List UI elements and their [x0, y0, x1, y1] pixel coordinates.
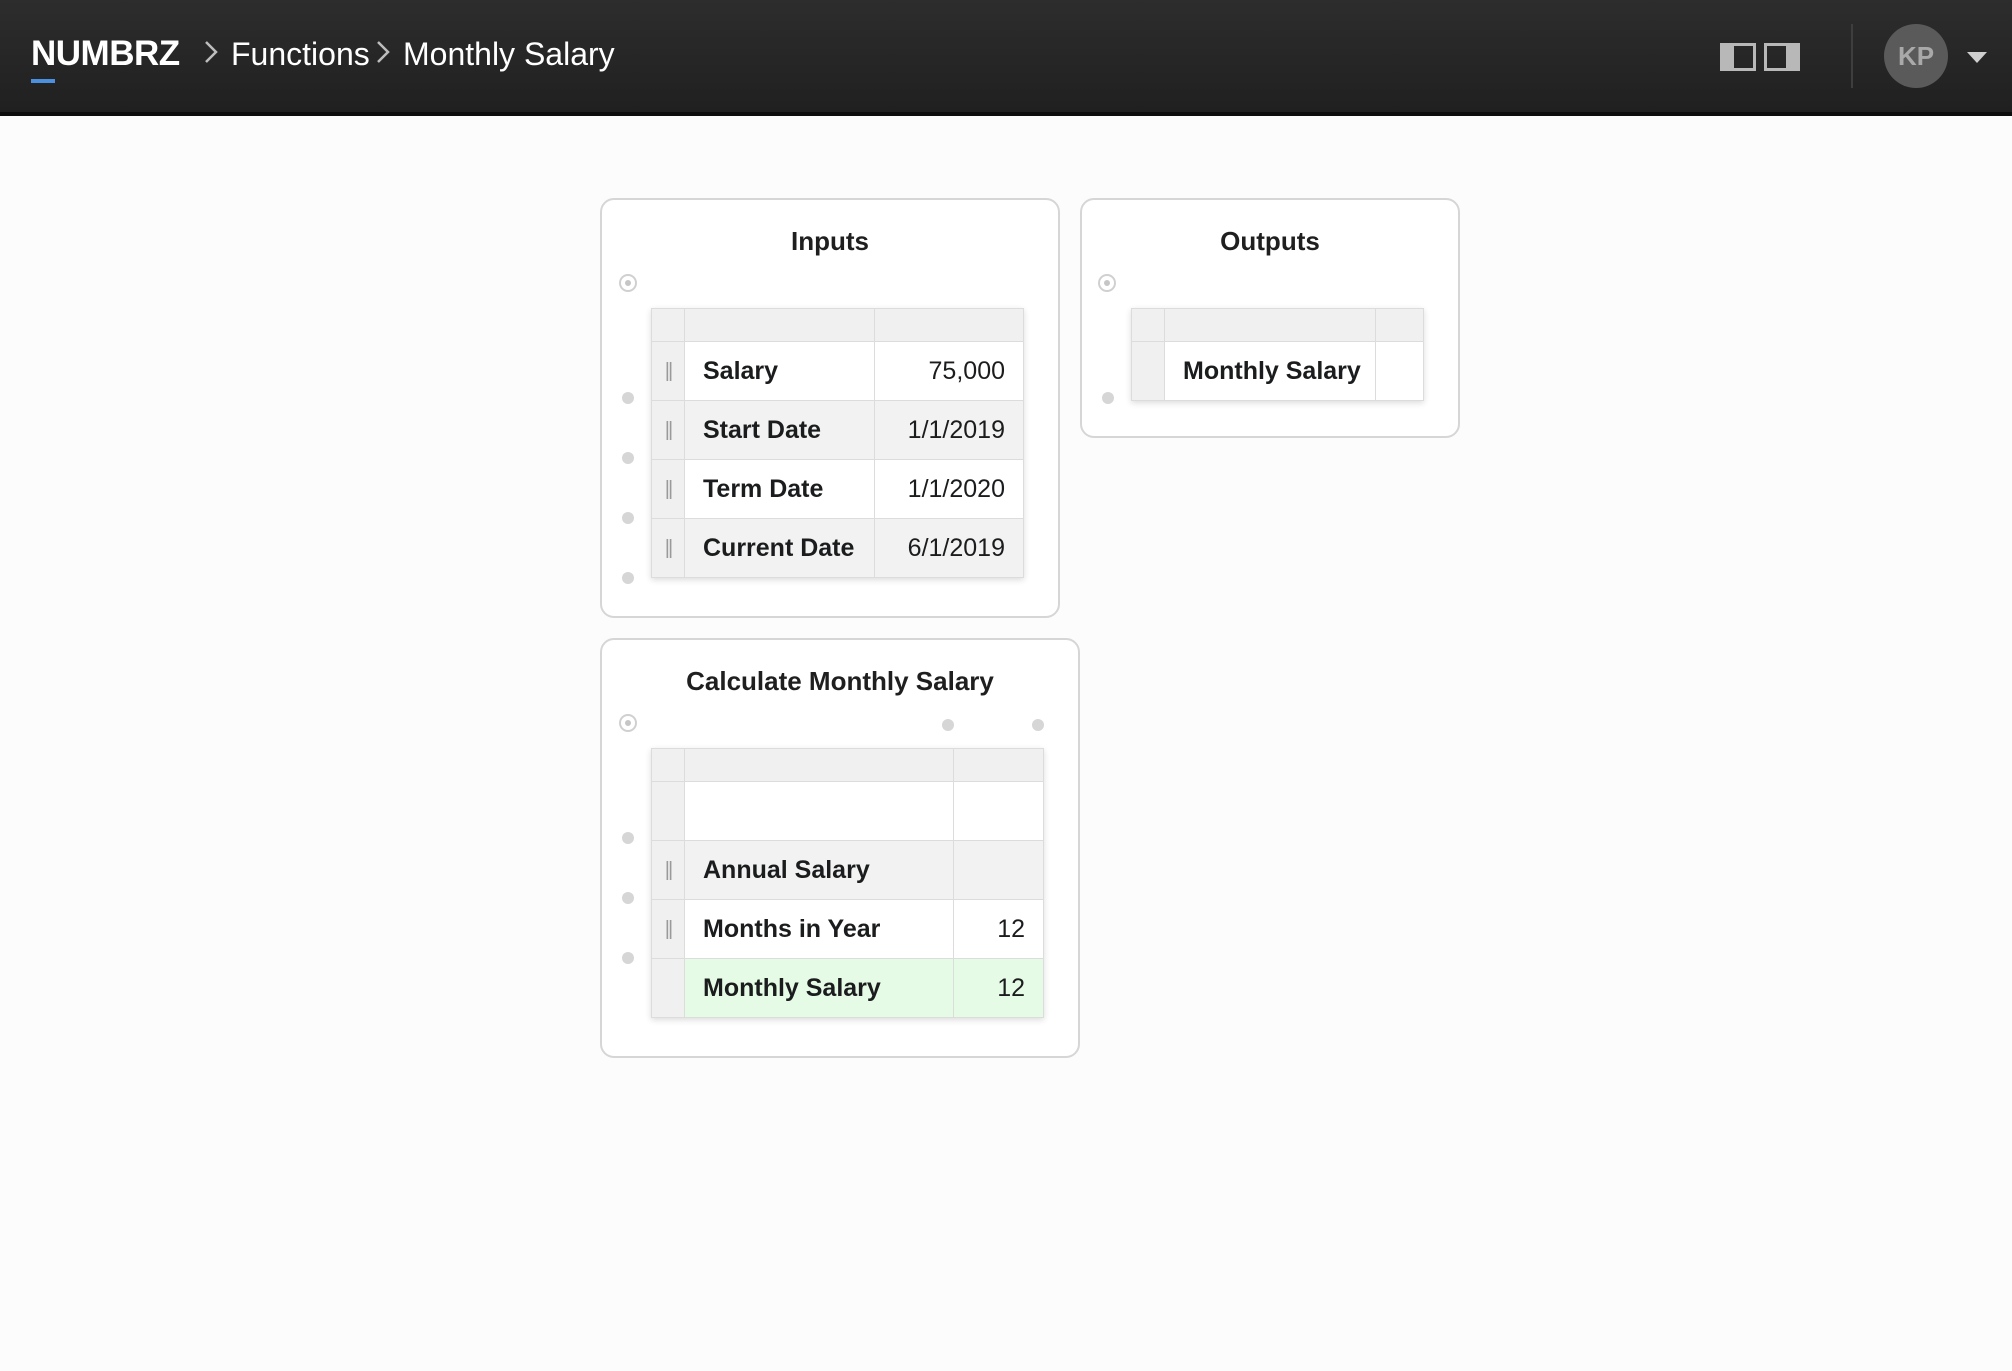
- row-value[interactable]: 12: [953, 899, 1044, 959]
- row-value[interactable]: [1375, 341, 1424, 401]
- row-value[interactable]: [953, 781, 1044, 841]
- user-avatar[interactable]: KP: [1884, 24, 1948, 88]
- panel-connector-icon[interactable]: [619, 714, 637, 732]
- calculate-monthly-salary-panel: Calculate Monthly Salary || Annual Salar…: [600, 638, 1080, 1058]
- row-value[interactable]: 1/1/2020: [874, 459, 1024, 519]
- chevron-right-icon: [205, 41, 218, 63]
- row-value[interactable]: 75,000: [874, 341, 1024, 401]
- row-connector-dot[interactable]: [622, 452, 634, 464]
- row-connector-dot[interactable]: [622, 892, 634, 904]
- row-handle[interactable]: [651, 781, 685, 841]
- header-divider: [1851, 24, 1853, 88]
- row-connector-dot[interactable]: [622, 392, 634, 404]
- chevron-right-icon: [377, 41, 390, 63]
- row-label[interactable]: Months in Year: [684, 899, 954, 959]
- row-label[interactable]: Salary: [684, 341, 875, 401]
- breadcrumb-current-page: Monthly Salary: [403, 36, 615, 72]
- calc-table: || Annual Salary || Months in Year 12 Mo…: [651, 748, 1044, 1018]
- panel-connector-icon[interactable]: [1098, 274, 1116, 292]
- table-row-result[interactable]: Monthly Salary 12: [651, 958, 1044, 1018]
- column-connector-dot[interactable]: [1032, 719, 1044, 731]
- row-label[interactable]: [684, 781, 954, 841]
- table-row[interactable]: || Term Date 1/1/2020: [651, 459, 1024, 519]
- top-nav-bar: NUMBRZ Functions Monthly Salary KP: [0, 0, 2012, 116]
- column-connector-dot[interactable]: [942, 719, 954, 731]
- outputs-table: Monthly Salary: [1131, 308, 1424, 401]
- table-header-row: [651, 308, 1024, 342]
- table-row[interactable]: [651, 781, 1044, 841]
- inputs-panel-title: Inputs: [791, 226, 869, 256]
- row-handle[interactable]: [1131, 341, 1165, 401]
- row-connector-dot[interactable]: [622, 832, 634, 844]
- row-value[interactable]: 6/1/2019: [874, 518, 1024, 578]
- panel-connector-icon[interactable]: [619, 274, 637, 292]
- row-label[interactable]: Monthly Salary: [1164, 341, 1376, 401]
- table-row[interactable]: || Salary 75,000: [651, 341, 1024, 401]
- table-row[interactable]: || Current Date 6/1/2019: [651, 518, 1024, 578]
- inputs-panel: Inputs || Salary 75,000 || Start Date 1/…: [600, 198, 1060, 618]
- row-handle[interactable]: [651, 958, 685, 1018]
- drag-handle-icon[interactable]: ||: [651, 518, 685, 578]
- row-label[interactable]: Monthly Salary: [684, 958, 954, 1018]
- table-header-row: [1131, 308, 1424, 342]
- table-row[interactable]: || Months in Year 12: [651, 899, 1044, 959]
- row-label[interactable]: Current Date: [684, 518, 875, 578]
- breadcrumb-functions[interactable]: Functions: [231, 36, 370, 73]
- row-label[interactable]: Annual Salary: [684, 840, 954, 900]
- left-panel-toggle-icon[interactable]: [1720, 43, 1756, 71]
- outputs-panel: Outputs Monthly Salary: [1080, 198, 1460, 438]
- calc-panel-title: Calculate Monthly Salary: [686, 666, 994, 696]
- drag-handle-icon[interactable]: ||: [651, 400, 685, 460]
- row-value[interactable]: [953, 840, 1044, 900]
- drag-handle-icon[interactable]: ||: [651, 899, 685, 959]
- row-label[interactable]: Start Date: [684, 400, 875, 460]
- row-label[interactable]: Term Date: [684, 459, 875, 519]
- row-value[interactable]: 12: [953, 958, 1044, 1018]
- table-row[interactable]: || Start Date 1/1/2019: [651, 400, 1024, 460]
- brand-logo[interactable]: NUMBRZ: [31, 34, 180, 74]
- inputs-table: || Salary 75,000 || Start Date 1/1/2019 …: [651, 308, 1024, 578]
- right-panel-toggle-icon[interactable]: [1764, 43, 1800, 71]
- table-row[interactable]: Monthly Salary: [1131, 341, 1424, 401]
- drag-handle-icon[interactable]: ||: [651, 459, 685, 519]
- row-connector-dot[interactable]: [1102, 392, 1114, 404]
- table-header-row: [651, 748, 1044, 782]
- drag-handle-icon[interactable]: ||: [651, 341, 685, 401]
- row-value[interactable]: 1/1/2019: [874, 400, 1024, 460]
- user-menu-caret-icon[interactable]: [1967, 52, 1987, 63]
- table-row[interactable]: || Annual Salary: [651, 840, 1044, 900]
- drag-handle-icon[interactable]: ||: [651, 840, 685, 900]
- row-connector-dot[interactable]: [622, 512, 634, 524]
- outputs-panel-title: Outputs: [1220, 226, 1320, 256]
- brand-active-indicator: [31, 79, 55, 83]
- row-connector-dot[interactable]: [622, 952, 634, 964]
- row-connector-dot[interactable]: [622, 572, 634, 584]
